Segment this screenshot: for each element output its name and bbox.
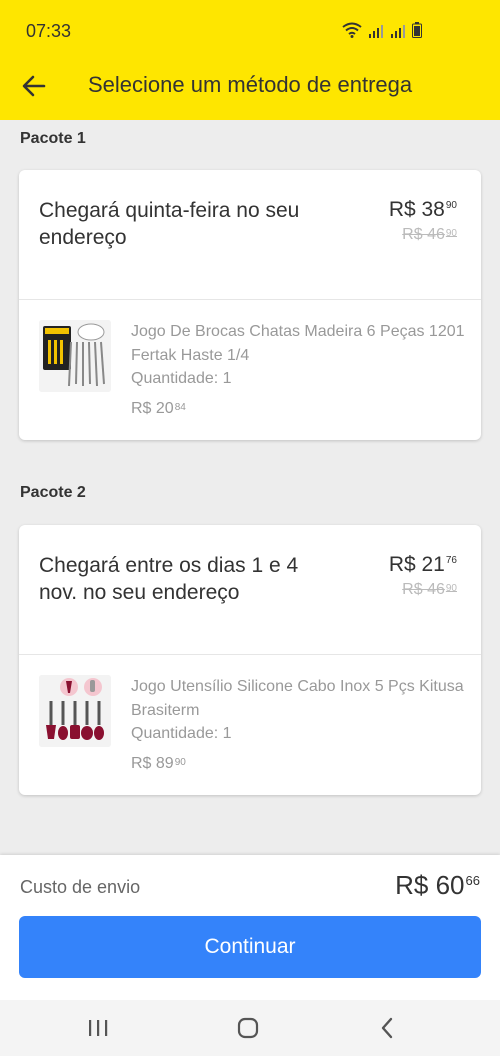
- list-item: Jogo De Brocas Chatas Madeira 6 Peças 12…: [19, 300, 481, 440]
- shipping-old-price: R$ 4690: [402, 581, 457, 598]
- product-price: R$ 8990: [131, 755, 186, 772]
- status-time: 07:33: [26, 21, 72, 41]
- app-bar: Selecione um método de entrega: [0, 52, 500, 120]
- delivery-text: Chegará entre os dias 1 e 4 nov. no seu …: [39, 554, 299, 604]
- package-card[interactable]: Chegará entre os dias 1 e 4 nov. no seu …: [19, 525, 481, 795]
- product-title: Jogo De Brocas Chatas Madeira 6 Peças 12…: [131, 323, 465, 364]
- status-icons: [342, 22, 422, 38]
- package-label: Pacote 2: [20, 484, 86, 501]
- signal-icon: [391, 25, 405, 38]
- shipping-total: R$ 6066: [395, 870, 480, 900]
- continue-button[interactable]: Continuar: [19, 916, 481, 978]
- wifi-icon: [342, 22, 362, 38]
- product-title: Jogo Utensílio Silicone Cabo Inox 5 Pçs …: [131, 678, 464, 719]
- product-quantity: Quantidade: 1: [131, 725, 232, 742]
- utensils-image: [39, 675, 111, 747]
- delivery-option[interactable]: Chegará quinta-feira no seu endereço R$ …: [19, 170, 481, 300]
- shipping-old-price: R$ 4690: [402, 226, 457, 243]
- drill-bits-image: [39, 320, 111, 392]
- shipping-price: R$ 2176: [388, 553, 457, 576]
- shipping-cost-label: Custo de envio: [20, 877, 141, 897]
- recent-apps-icon[interactable]: [86, 1016, 110, 1040]
- checkout-footer: Custo de envio R$ 6066 Continuar: [0, 855, 500, 1000]
- system-nav-bar: [0, 1000, 500, 1056]
- list-item: Jogo Utensílio Silicone Cabo Inox 5 Pçs …: [19, 655, 481, 795]
- product-image: [39, 320, 111, 392]
- signal-icon: [369, 25, 383, 38]
- shipping-price: R$ 3890: [388, 198, 457, 221]
- package-card[interactable]: Chegará quinta-feira no seu endereço R$ …: [19, 170, 481, 440]
- product-image: [39, 675, 111, 747]
- delivery-text: Chegará quinta-feira no seu endereço: [39, 199, 300, 249]
- product-quantity: Quantidade: 1: [131, 370, 232, 387]
- status-bar: 07:33: [0, 0, 500, 52]
- delivery-option[interactable]: Chegará entre os dias 1 e 4 nov. no seu …: [19, 525, 481, 655]
- page-title: Selecione um método de entrega: [88, 72, 413, 97]
- home-icon[interactable]: [236, 1016, 260, 1040]
- package-label: Pacote 1: [20, 130, 86, 147]
- back-icon[interactable]: [376, 1016, 400, 1040]
- battery-icon: [412, 22, 422, 38]
- product-price: R$ 2084: [131, 400, 186, 417]
- arrow-left-icon[interactable]: [20, 72, 48, 100]
